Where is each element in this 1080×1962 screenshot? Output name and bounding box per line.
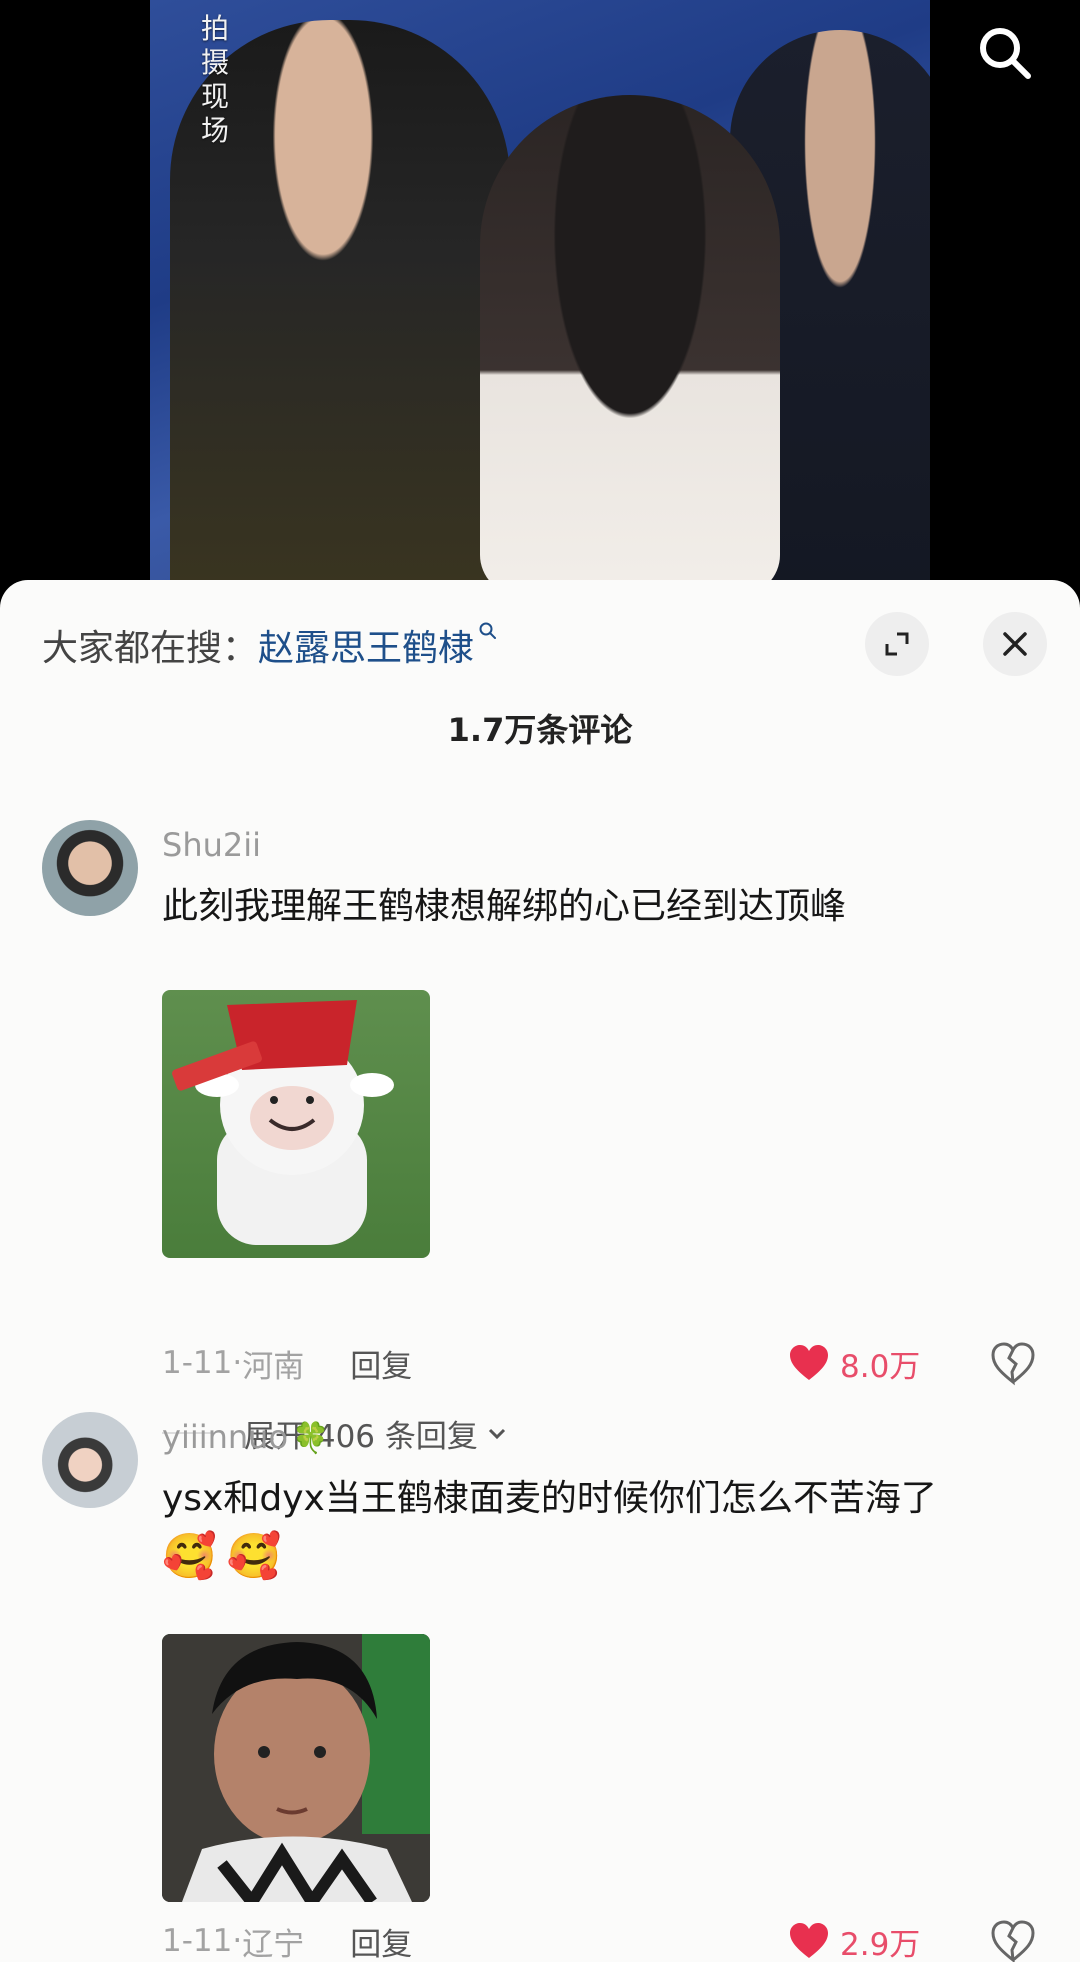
dislike-button[interactable] — [990, 1340, 1036, 1386]
like-button[interactable]: 8.0万 — [788, 1340, 920, 1386]
close-icon — [1003, 632, 1027, 656]
comment-count: 1.7万条评论 — [447, 711, 633, 749]
expand-button[interactable] — [865, 612, 929, 676]
comment-meta: 1-11 · 辽宁 回复 — [162, 1918, 412, 1962]
dislike-button[interactable] — [990, 1918, 1036, 1962]
comment-text-line: ysx和dyx当王鹤棣面麦的时候你们怎么不苦海了 — [162, 1478, 937, 1519]
username-text: yiiinnuo — [162, 1418, 289, 1456]
video-overlay-text: 拍摄现场 — [200, 12, 229, 147]
search-icon — [479, 622, 497, 639]
clover-emoji: 🍀 — [292, 1421, 330, 1456]
comment-text: 此刻我理解王鹤棣想解绑的心已经到达顶峰 — [162, 886, 847, 927]
search-icon — [980, 28, 1031, 79]
video-person-center — [480, 95, 780, 590]
comment-meta: 1-11 · 河南 回复 — [162, 1340, 412, 1386]
cow-sticker-image — [172, 1000, 394, 1245]
trending-search: 大家都在搜： 赵露思王鹤棣 — [42, 620, 498, 670]
boy-selfie-image — [162, 1634, 430, 1902]
comment-emojis: 🥰 🥰 — [162, 1528, 1042, 1589]
comment-username[interactable]: Shu2ii — [162, 826, 261, 864]
broken-heart-icon — [991, 1342, 1035, 1386]
avatar[interactable] — [42, 820, 138, 916]
reply-button[interactable]: 回复 — [350, 1341, 412, 1386]
search-button[interactable] — [970, 18, 1040, 88]
comment-date: 1-11 — [162, 1345, 233, 1381]
heart-icon — [790, 1923, 828, 1958]
like-count: 8.0万 — [840, 1348, 921, 1385]
trending-term-link[interactable]: 赵露思王鹤棣 — [258, 619, 498, 671]
expand-icon — [885, 632, 909, 656]
comments-sheet: 大家都在搜： 赵露思王鹤棣 1.7万条评论 Shu2ii 此刻我理解王鹤棣想解绑… — [0, 580, 1080, 1962]
close-button[interactable] — [983, 612, 1047, 676]
hug-emoji: 🥰 — [226, 1531, 282, 1582]
hug-emoji: 🥰 — [162, 1531, 217, 1582]
comment-text: ysx和dyx当王鹤棣面麦的时候你们怎么不苦海了 🥰 🥰 — [162, 1470, 1042, 1589]
reply-button[interactable]: 回复 — [350, 1919, 412, 1962]
username-text: Shu2ii — [162, 826, 262, 864]
avatar[interactable] — [42, 1412, 138, 1508]
comment-date: 1-11 — [162, 1923, 233, 1959]
comment-image-sticker[interactable] — [162, 990, 430, 1258]
video-player[interactable]: 拍摄现场 — [0, 0, 1080, 600]
like-count: 2.9万 — [840, 1926, 921, 1962]
comment-username[interactable]: yiiinnuo 🍀 — [162, 1418, 329, 1456]
heart-icon — [790, 1345, 828, 1380]
comment-image-photo[interactable] — [162, 1634, 430, 1902]
chevron-down-icon — [488, 1428, 505, 1440]
comment-location: 辽宁 — [242, 1926, 305, 1962]
trending-term: 赵露思王鹤棣 — [258, 628, 475, 669]
comment-location: 河南 — [242, 1348, 305, 1385]
like-button[interactable]: 2.9万 — [788, 1918, 920, 1962]
trending-label: 大家都在搜： — [42, 628, 259, 669]
video-frame[interactable]: 拍摄现场 — [150, 0, 930, 590]
broken-heart-icon — [991, 1920, 1035, 1962]
